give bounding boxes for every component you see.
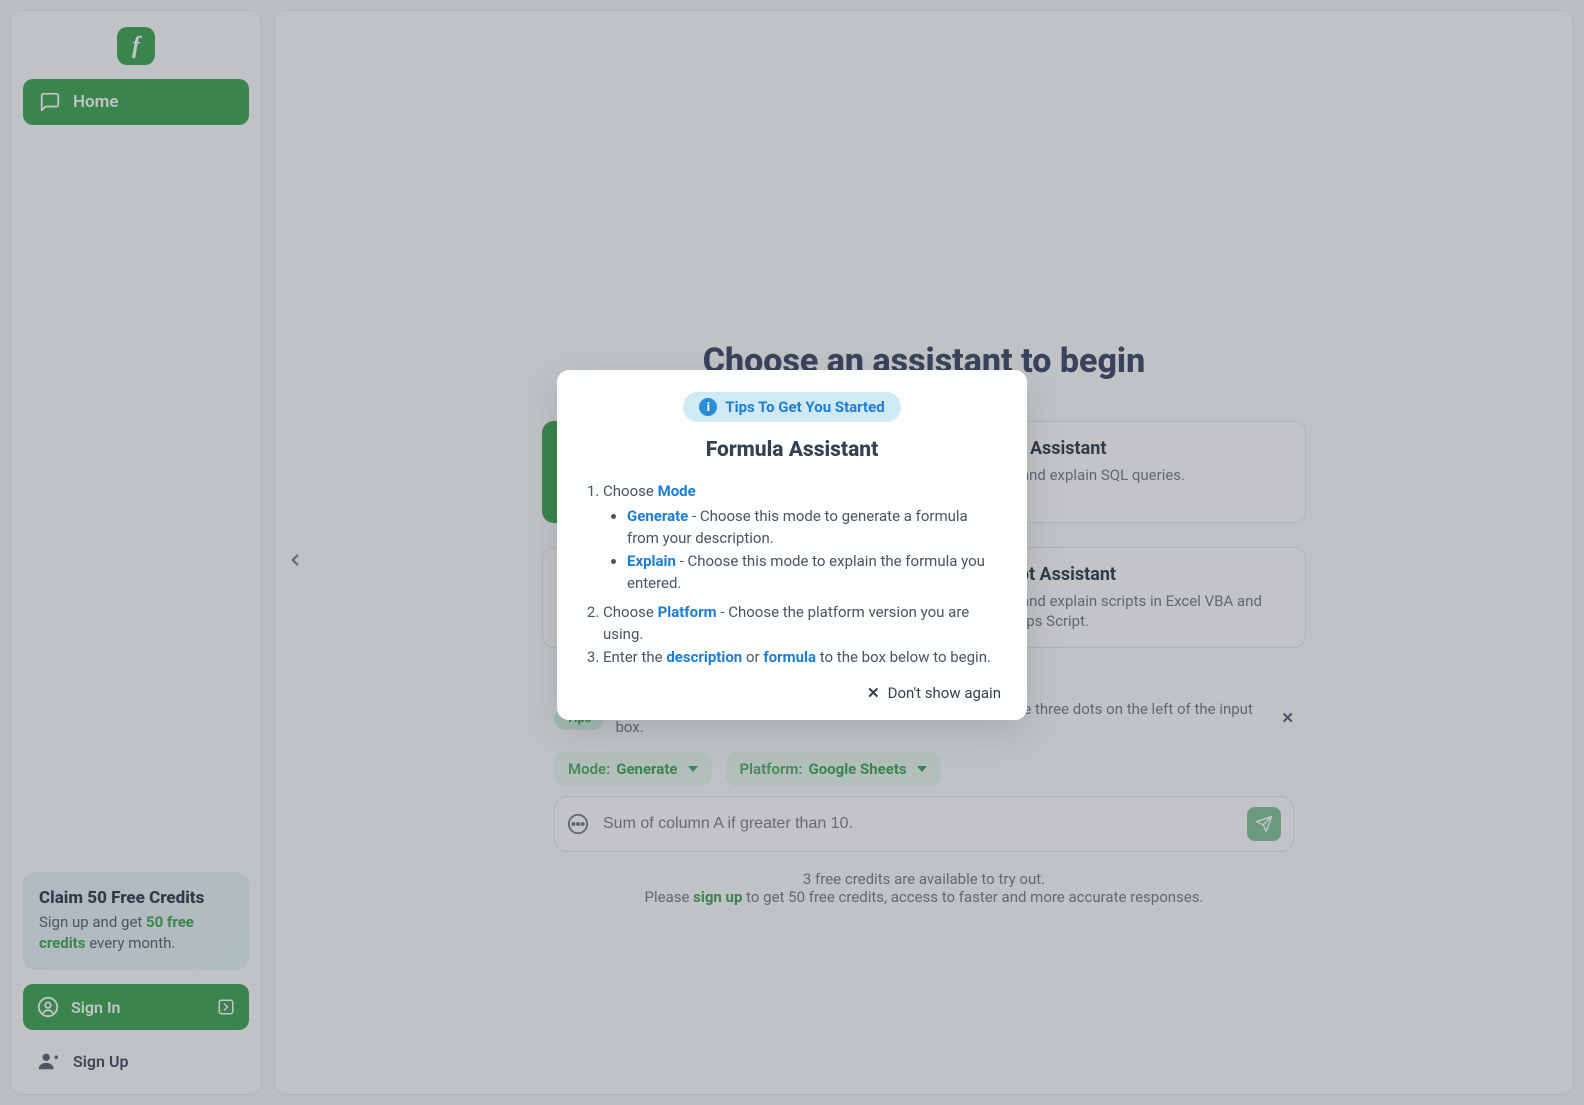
modal-title: Formula Assistant: [583, 438, 1001, 462]
modal-badge: i Tips To Get You Started: [683, 392, 900, 422]
close-icon: ✕: [867, 684, 880, 702]
tips-modal: i Tips To Get You Started Formula Assist…: [557, 370, 1027, 720]
modal-dont-show-button[interactable]: ✕ Don't show again: [583, 684, 1001, 702]
modal-body: Choose Mode Generate - Choose this mode …: [583, 480, 1001, 668]
info-icon: i: [699, 398, 717, 416]
